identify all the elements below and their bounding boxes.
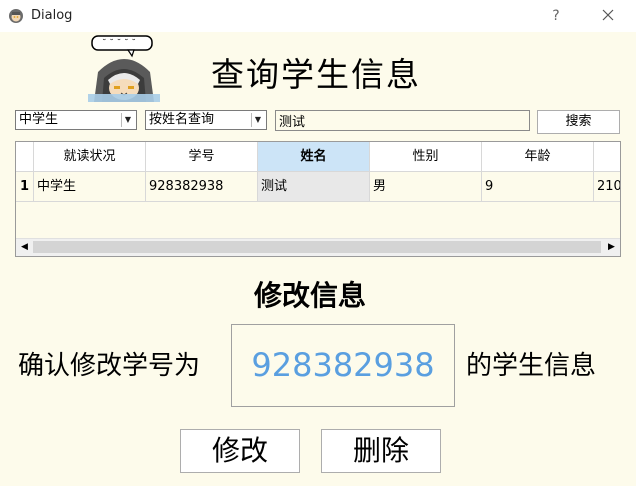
mode-filter-select[interactable]: 按姓名查询 ▼	[145, 110, 267, 130]
confirm-prefix-label: 确认修改学号为	[18, 351, 201, 381]
row-header[interactable]: 1	[16, 172, 34, 202]
help-button[interactable]: ?	[543, 4, 569, 28]
column-header-status[interactable]: 就读状况	[34, 142, 146, 172]
scroll-right-icon[interactable]: ▶	[603, 239, 620, 256]
table-cell-extra[interactable]: 210	[594, 172, 620, 202]
app-icon	[8, 8, 24, 24]
horizontal-scrollbar[interactable]: ◀ ▶	[16, 238, 620, 256]
title-bar: Dialog ?	[0, 0, 636, 32]
section-title: 修改信息	[254, 279, 367, 312]
chevron-down-icon: ▼	[121, 113, 134, 127]
table-cell-gender[interactable]: 男	[370, 172, 482, 202]
close-icon	[602, 9, 614, 21]
table-cell-age[interactable]: 9	[482, 172, 594, 202]
table-cell-student-id[interactable]: 928382938	[146, 172, 258, 202]
mode-filter-value: 按姓名查询	[149, 112, 215, 127]
page-title: 查询学生信息	[211, 55, 421, 94]
student-table[interactable]: 就读状况 学号 姓名 性别 年龄 1 中学生 928382938 测试 男 9 …	[15, 141, 621, 257]
column-header-student-id[interactable]: 学号	[146, 142, 258, 172]
avatar: ˘ ˘ ˘ ˘ ˘	[88, 34, 160, 102]
column-header-gender[interactable]: 性别	[370, 142, 482, 172]
chevron-down-icon: ▼	[251, 113, 264, 127]
table-corner[interactable]	[16, 142, 34, 172]
scrollbar-thumb[interactable]	[33, 241, 601, 253]
search-input[interactable]	[275, 110, 530, 131]
column-header-name[interactable]: 姓名	[258, 142, 370, 172]
search-button[interactable]: 搜索	[537, 110, 620, 134]
scroll-left-icon[interactable]: ◀	[16, 239, 33, 256]
window-title: Dialog	[31, 8, 73, 23]
column-header-more[interactable]	[594, 142, 620, 172]
confirm-suffix-label: 的学生信息	[466, 351, 597, 381]
modify-button[interactable]: 修改	[180, 429, 300, 473]
delete-button[interactable]: 删除	[321, 429, 441, 473]
student-id-display: 928382938	[231, 324, 455, 407]
table-cell-name[interactable]: 测试	[258, 172, 370, 202]
column-header-age[interactable]: 年龄	[482, 142, 594, 172]
status-filter-select[interactable]: 中学生 ▼	[15, 110, 137, 130]
close-button[interactable]	[594, 4, 622, 28]
table-cell-status[interactable]: 中学生	[34, 172, 146, 202]
svg-text:˘ ˘ ˘ ˘ ˘: ˘ ˘ ˘ ˘ ˘	[102, 38, 136, 49]
status-filter-value: 中学生	[19, 112, 59, 127]
